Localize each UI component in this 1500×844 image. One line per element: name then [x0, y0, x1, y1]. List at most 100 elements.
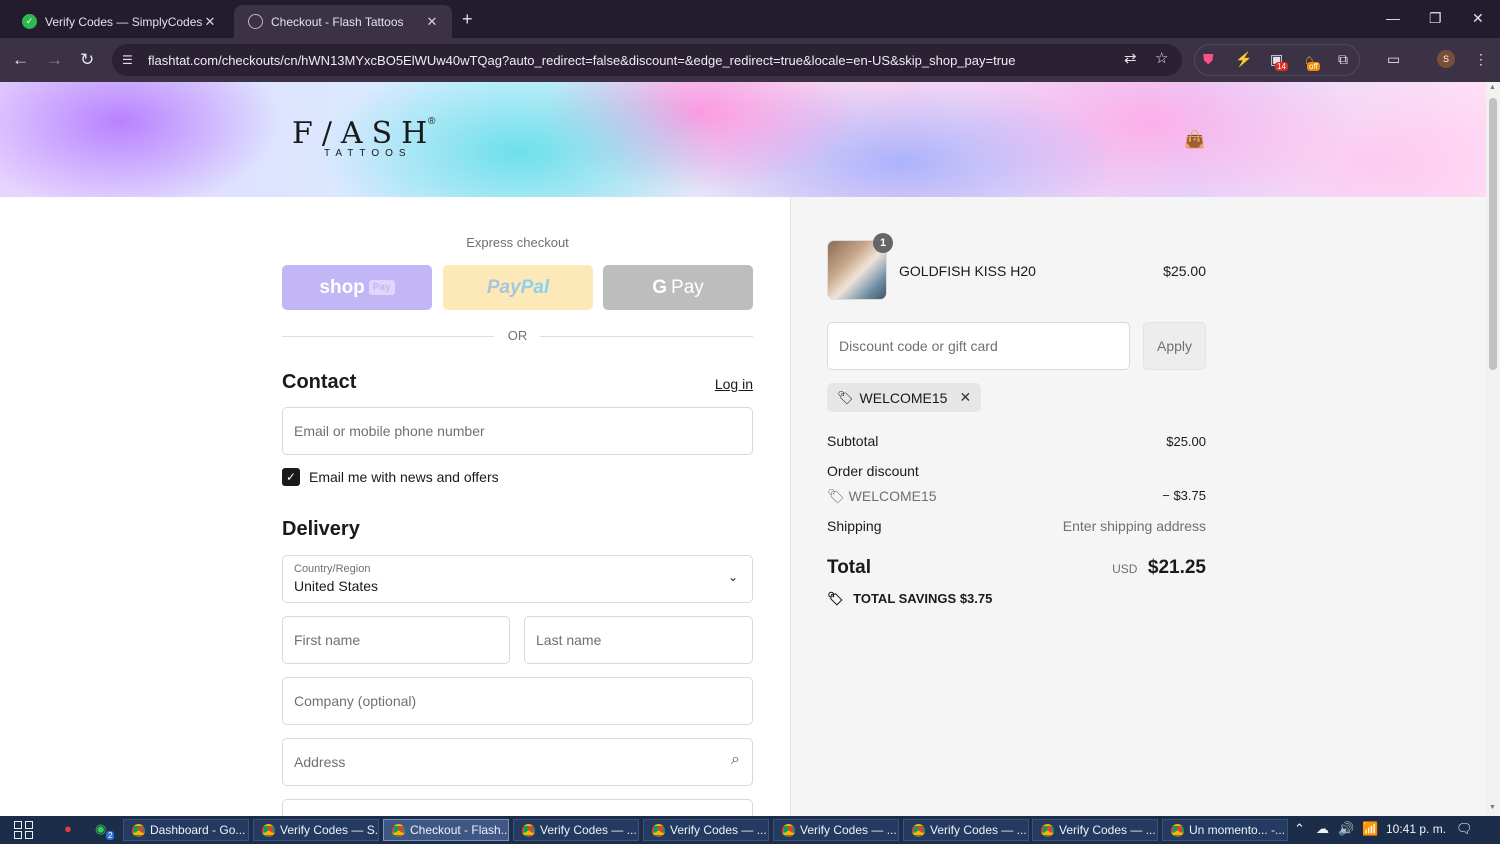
logo-sub-text: TATTOOS	[324, 148, 412, 159]
minimize-button[interactable]: —	[1386, 10, 1400, 26]
divider-line	[540, 336, 753, 337]
taskbar-app[interactable]: Verify Codes — ...	[773, 819, 899, 841]
total-savings: 🏷 TOTAL SAVINGS $3.75	[827, 591, 992, 607]
translate-icon[interactable]: ⇄	[1124, 49, 1137, 67]
taskbar-app-label: Checkout - Flash...	[410, 823, 508, 837]
shipping-value: Enter shipping address	[1062, 518, 1206, 534]
scroll-down-icon[interactable]: ▼	[1489, 804, 1496, 811]
taskbar-app[interactable]: Verify Codes — ...	[643, 819, 769, 841]
last-name-input[interactable]	[525, 617, 752, 663]
taskbar-app[interactable]: Un momento... -...	[1162, 819, 1288, 841]
tab-close-icon[interactable]: ✕	[424, 14, 440, 30]
order-summary-column: 1 GOLDFISH KISS H20 $25.00 Apply 🏷 WELCO…	[790, 197, 1486, 816]
taskbar-app[interactable]: Verify Codes — ...	[903, 819, 1029, 841]
taskbar-app-active[interactable]: Checkout - Flash...	[383, 819, 509, 841]
chrome-icon	[782, 823, 795, 837]
taskbar-app[interactable]: Verify Codes — ...	[513, 819, 639, 841]
app-icon[interactable]: ●	[64, 821, 72, 836]
address-field[interactable]: ⌕	[282, 738, 753, 786]
whatsapp-icon[interactable]: ◉	[95, 821, 106, 837]
email-input[interactable]	[283, 408, 752, 454]
google-pay-button[interactable]: G Pay	[603, 265, 753, 310]
taskbar-app[interactable]: Dashboard - Go...	[123, 819, 249, 841]
scroll-up-icon[interactable]: ▲	[1489, 84, 1496, 91]
search-icon: ⌕	[731, 751, 740, 768]
taskbar-app-label: Verify Codes — ...	[930, 823, 1027, 837]
tag-icon: 🏷	[827, 591, 844, 606]
next-field-partial[interactable]	[282, 799, 753, 816]
apply-button[interactable]: Apply	[1143, 322, 1206, 370]
counter-badge: 14	[1275, 62, 1288, 71]
scroll-thumb[interactable]	[1489, 98, 1497, 370]
site-settings-icon[interactable]: ☰	[122, 53, 138, 67]
new-tab-button[interactable]: +	[462, 9, 473, 30]
network-icon[interactable]: 📶	[1362, 821, 1378, 837]
notifications-icon[interactable]: 🗨	[1456, 821, 1473, 837]
first-name-input[interactable]	[283, 617, 509, 663]
forward-arrow-icon[interactable]: →	[46, 50, 63, 70]
total-value: $21.25	[1147, 557, 1206, 578]
chrome-icon	[132, 823, 145, 837]
reload-icon[interactable]: ↻	[80, 50, 94, 70]
page-scrollbar[interactable]: ▲ ▼	[1486, 82, 1500, 816]
ublock-shield-icon[interactable]: ⛊	[1203, 51, 1214, 68]
volume-icon[interactable]: 🔊	[1338, 821, 1354, 837]
back-arrow-icon[interactable]: ←	[12, 50, 29, 70]
start-menu-icon[interactable]	[14, 821, 34, 839]
url-text[interactable]: flashtat.com/checkouts/cn/hWN13MYxcBO5El…	[148, 53, 1015, 68]
logo-main-text: F/ASH	[292, 116, 437, 151]
country-select[interactable]: Country/Region United States ⌄	[282, 555, 753, 603]
email-field[interactable]	[282, 407, 753, 455]
news-checkbox-label: Email me with news and offers	[309, 469, 499, 485]
news-checkbox[interactable]: ✓	[282, 468, 300, 486]
flash-tattoos-logo[interactable]: F/ASH ® TATTOOS	[288, 108, 438, 172]
company-input[interactable]	[283, 678, 752, 724]
chrome-icon	[1171, 823, 1184, 837]
subtotal-label: Subtotal	[827, 433, 879, 449]
tab-checkout[interactable]: Checkout - Flash Tattoos ✕	[234, 5, 452, 38]
applied-code-text: WELCOME15	[859, 389, 948, 406]
shipping-label: Shipping	[827, 518, 882, 534]
address-input[interactable]	[283, 739, 752, 785]
lightning-extension-icon[interactable]: ⚡	[1235, 51, 1252, 68]
discount-code-field[interactable]	[827, 322, 1130, 370]
side-panel-icon[interactable]: ▭	[1387, 51, 1400, 68]
puzzle-extensions-icon[interactable]: ⧉	[1338, 51, 1348, 68]
contact-heading: Contact	[282, 371, 357, 393]
tray-chevron-up-icon[interactable]: ⌃	[1294, 821, 1305, 837]
restore-button[interactable]: ❐	[1429, 10, 1442, 27]
tab-close-icon[interactable]: ✕	[202, 14, 218, 30]
close-window-button[interactable]: ✕	[1472, 10, 1484, 27]
shop-pay-button[interactable]: shop Pay	[282, 265, 432, 310]
taskbar-app-label: Un momento... -...	[1189, 823, 1286, 837]
express-checkout-label: Express checkout	[466, 235, 569, 250]
taskbar-app-label: Verify Codes — ...	[800, 823, 897, 837]
clock[interactable]: 10:41 p. m.	[1386, 822, 1446, 836]
paypal-button[interactable]: Pay Pal	[443, 265, 593, 310]
globe-favicon-icon	[248, 14, 263, 29]
discount-code-input[interactable]	[828, 323, 1129, 369]
tab-verify-codes[interactable]: ✓ Verify Codes — SimplyCodes ✕	[8, 5, 230, 38]
order-discount-label: Order discount	[827, 463, 919, 479]
remove-discount-icon[interactable]: ✕	[959, 389, 971, 406]
taskbar-app[interactable]: Verify Codes — S...	[253, 819, 379, 841]
taskbar-app-label: Dashboard - Go...	[150, 823, 246, 837]
last-name-field[interactable]	[524, 616, 753, 664]
company-field[interactable]	[282, 677, 753, 725]
total-label: Total	[827, 557, 871, 578]
first-name-field[interactable]	[282, 616, 510, 664]
product-price: $25.00	[1163, 263, 1206, 279]
menu-kebab-icon[interactable]: ⋮	[1474, 51, 1488, 68]
taskbar-app-label: Verify Codes — ...	[540, 823, 637, 837]
bookmark-star-icon[interactable]: ☆	[1155, 49, 1168, 67]
profile-avatar[interactable]: S	[1437, 50, 1455, 68]
address-bar[interactable]: ☰ flashtat.com/checkouts/cn/hWN13MYxcBO5…	[112, 44, 1182, 76]
chrome-icon	[1041, 823, 1054, 837]
shopping-bag-icon[interactable]: 👜	[1184, 130, 1205, 150]
news-checkbox-row[interactable]: ✓ Email me with news and offers	[282, 468, 499, 486]
taskbar-app[interactable]: Verify Codes — ...	[1032, 819, 1158, 841]
tag-icon: 🏷	[827, 488, 845, 504]
onedrive-icon[interactable]: ☁	[1316, 821, 1329, 837]
simplycodes-favicon-icon: ✓	[22, 14, 37, 29]
login-link[interactable]: Log in	[690, 376, 753, 392]
